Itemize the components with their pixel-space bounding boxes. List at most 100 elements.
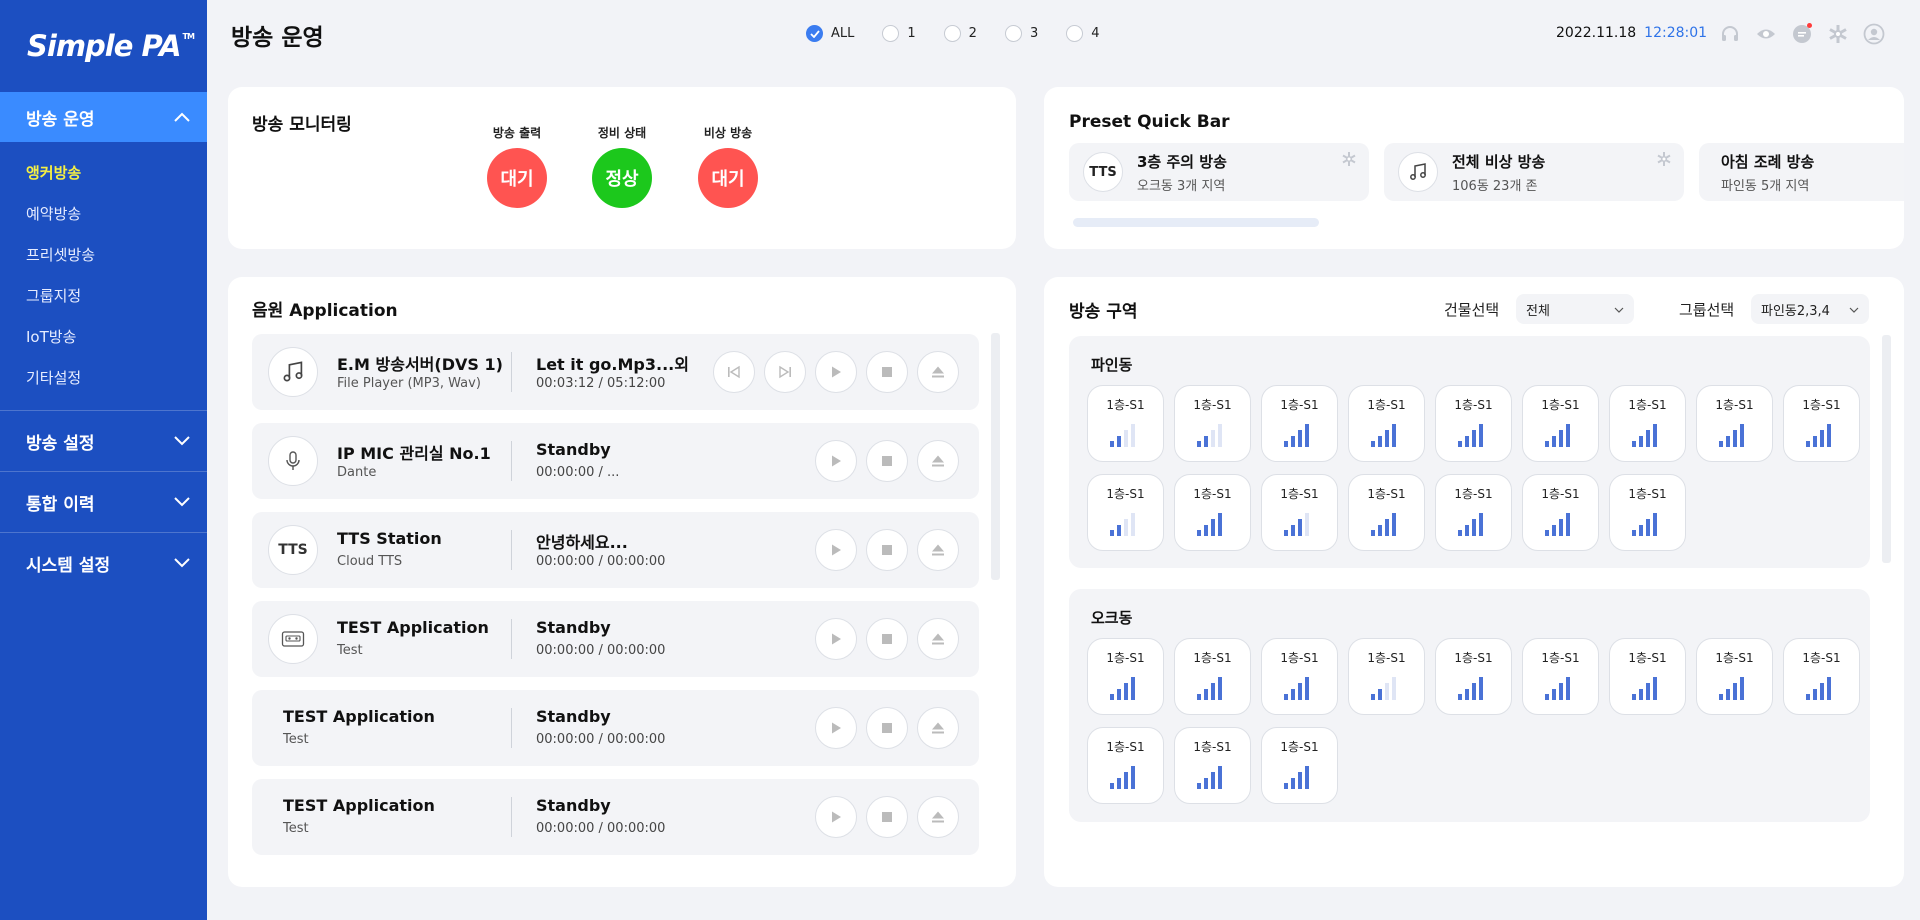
group-select[interactable]: 파인동2,3,4: [1751, 294, 1869, 324]
headset-icon[interactable]: [1718, 22, 1742, 46]
zone-tile[interactable]: 1층-S1: [1783, 385, 1860, 462]
preset-item[interactable]: 아침 조례 방송 파인동 5개 지역: [1699, 143, 1904, 201]
zone-tile[interactable]: 1층-S1: [1435, 638, 1512, 715]
zone-tile[interactable]: 1층-S1: [1261, 385, 1338, 462]
settings-icon[interactable]: [1826, 22, 1850, 46]
zone-tile[interactable]: 1층-S1: [1087, 385, 1164, 462]
filter-all[interactable]: ALL: [806, 25, 854, 42]
signal-bar: [1291, 689, 1295, 700]
zone-tile[interactable]: 1층-S1: [1783, 638, 1860, 715]
zone-tile[interactable]: 1층-S1: [1696, 638, 1773, 715]
eject-button[interactable]: [917, 796, 959, 838]
play-button[interactable]: [815, 796, 857, 838]
signal-bar: [1211, 772, 1215, 789]
zone-tile[interactable]: 1층-S1: [1087, 474, 1164, 551]
preset-title: 아침 조례 방송: [1721, 153, 1815, 171]
play-button[interactable]: [815, 440, 857, 482]
gear-icon[interactable]: [1341, 151, 1357, 171]
signal-bar: [1552, 436, 1556, 447]
subnav-item-etc[interactable]: 기타설정: [0, 357, 207, 398]
eject-button[interactable]: [917, 707, 959, 749]
zone-tile[interactable]: 1층-S1: [1435, 474, 1512, 551]
nav-system-settings[interactable]: 시스템 설정: [0, 532, 207, 593]
filter-2[interactable]: 2: [943, 25, 977, 42]
stop-button[interactable]: [866, 440, 908, 482]
signal-bars-icon: [1284, 424, 1309, 447]
app-row[interactable]: E.M 방송서버(DVS 1) File Player (MP3, Wav) L…: [252, 334, 979, 410]
zone-tile[interactable]: 1층-S1: [1435, 385, 1512, 462]
zone-tile[interactable]: 1층-S1: [1261, 474, 1338, 551]
subnav-item-reserved[interactable]: 예약방송: [0, 193, 207, 234]
zone-tile[interactable]: 1층-S1: [1696, 385, 1773, 462]
play-button[interactable]: [815, 351, 857, 393]
app-row[interactable]: IP MIC 관리실 No.1 Dante Standby 00:00:00 /…: [252, 423, 979, 499]
zone-tile-label: 1층-S1: [1715, 651, 1754, 665]
filter-4[interactable]: 4: [1066, 25, 1100, 42]
zone-tile[interactable]: 1층-S1: [1174, 474, 1251, 551]
subnav-item-anchor[interactable]: 앵커방송: [0, 152, 207, 193]
filter-3[interactable]: 3: [1004, 25, 1038, 42]
prev-button[interactable]: [713, 351, 755, 393]
filter-label: ALL: [831, 26, 855, 41]
zone-tile[interactable]: 1층-S1: [1261, 727, 1338, 804]
player-controls: [713, 351, 959, 393]
stop-button[interactable]: [866, 351, 908, 393]
nav-history[interactable]: 통합 이력: [0, 471, 207, 532]
stop-button[interactable]: [866, 529, 908, 571]
stop-button[interactable]: [866, 618, 908, 660]
zone-tile[interactable]: 1층-S1: [1261, 638, 1338, 715]
zone-tile[interactable]: 1층-S1: [1609, 638, 1686, 715]
stop-button[interactable]: [866, 707, 908, 749]
zone-tile[interactable]: 1층-S1: [1174, 727, 1251, 804]
app-row[interactable]: TEST Application Test Standby 00:00:00 /…: [252, 779, 979, 855]
app-row[interactable]: TTS TTS Station Cloud TTS 안녕하세요... 00:00…: [252, 512, 979, 588]
nav-broadcast-operation[interactable]: 방송 운영: [0, 92, 207, 142]
nav-group-label: 방송 설정: [26, 433, 95, 454]
nav-broadcast-settings[interactable]: 방송 설정: [0, 410, 207, 471]
zone-name: 파인동: [1091, 356, 1133, 374]
apps-scrollbar[interactable]: [991, 333, 1000, 580]
play-button[interactable]: [815, 618, 857, 660]
subnav-item-iot[interactable]: IoT방송: [0, 316, 207, 357]
app-type: File Player (MP3, Wav): [337, 376, 481, 391]
eject-button[interactable]: [917, 440, 959, 482]
zone-tile[interactable]: 1층-S1: [1348, 385, 1425, 462]
preset-scrollbar[interactable]: [1073, 218, 1319, 227]
filter-1[interactable]: 1: [882, 25, 916, 42]
signal-bar: [1392, 677, 1396, 700]
eject-button[interactable]: [917, 529, 959, 571]
eye-icon[interactable]: [1754, 22, 1778, 46]
building-select[interactable]: 전체: [1516, 294, 1634, 324]
gear-icon[interactable]: [1656, 151, 1672, 171]
play-button[interactable]: [815, 529, 857, 571]
zone-tile[interactable]: 1층-S1: [1174, 385, 1251, 462]
signal-bar: [1298, 519, 1302, 536]
zone-tile[interactable]: 1층-S1: [1087, 638, 1164, 715]
chat-icon[interactable]: [1790, 22, 1814, 46]
zone-tile-label: 1층-S1: [1802, 651, 1841, 665]
zone-tile[interactable]: 1층-S1: [1609, 474, 1686, 551]
signal-bar: [1124, 430, 1128, 447]
zone-tile[interactable]: 1층-S1: [1087, 727, 1164, 804]
subnav-item-group[interactable]: 그룹지정: [0, 275, 207, 316]
preset-item[interactable]: 전체 비상 방송 106동 23개 존: [1384, 143, 1684, 201]
user-icon[interactable]: [1862, 22, 1886, 46]
stop-button[interactable]: [866, 796, 908, 838]
zone-tile[interactable]: 1층-S1: [1522, 638, 1599, 715]
zone-tile[interactable]: 1층-S1: [1174, 638, 1251, 715]
preset-item[interactable]: TTS 3층 주의 방송 오크동 3개 지역: [1069, 143, 1369, 201]
subnav-item-preset[interactable]: 프리셋방송: [0, 234, 207, 275]
zone-tile[interactable]: 1층-S1: [1609, 385, 1686, 462]
app-row[interactable]: TEST Application Test Standby 00:00:00 /…: [252, 601, 979, 677]
play-button[interactable]: [815, 707, 857, 749]
eject-button[interactable]: [917, 618, 959, 660]
signal-bar: [1204, 689, 1208, 700]
app-row[interactable]: TEST Application Test Standby 00:00:00 /…: [252, 690, 979, 766]
zone-tile[interactable]: 1층-S1: [1348, 474, 1425, 551]
zones-scrollbar[interactable]: [1882, 335, 1891, 563]
zone-tile[interactable]: 1층-S1: [1522, 474, 1599, 551]
zone-tile[interactable]: 1층-S1: [1522, 385, 1599, 462]
zone-tile[interactable]: 1층-S1: [1348, 638, 1425, 715]
next-button[interactable]: [764, 351, 806, 393]
eject-button[interactable]: [917, 351, 959, 393]
